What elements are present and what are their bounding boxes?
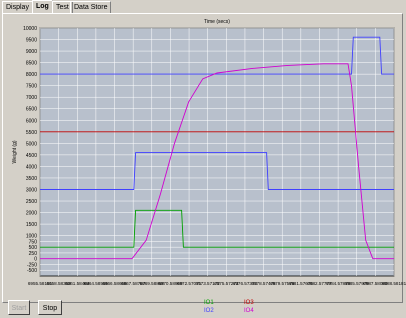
weight-chart: 10000 9500 9000 8500 8000 7500 7000 6500 6000 550… bbox=[12, 19, 406, 286]
y-tick-label: 2500 bbox=[26, 199, 37, 205]
y-tick-label: 5500 bbox=[26, 130, 37, 136]
y-tick-label: 8000 bbox=[26, 72, 37, 78]
legend-io3: IO3 bbox=[244, 300, 254, 306]
legend-io4: IO4 bbox=[244, 308, 254, 314]
legend-io1: IO1 bbox=[204, 300, 214, 306]
tab-display[interactable]: Display bbox=[2, 1, 33, 13]
legend-io2: IO2 bbox=[204, 308, 214, 314]
tab-bar: Display Log Test Data Store bbox=[0, 0, 406, 14]
y-tick-label: -500 bbox=[27, 268, 37, 274]
y-tick-label: 5000 bbox=[26, 141, 37, 147]
tab-data-store[interactable]: Data Store bbox=[70, 1, 112, 13]
x-tick-label: 6988.58181 bbox=[382, 281, 406, 286]
plot-background bbox=[39, 27, 395, 277]
stop-button[interactable]: Stop bbox=[38, 300, 62, 315]
y-tick-label: 2000 bbox=[26, 211, 37, 217]
y-axis-label: Weight (g) bbox=[12, 140, 18, 163]
tab-log[interactable]: Log bbox=[32, 0, 53, 14]
start-button[interactable]: Start bbox=[8, 300, 30, 315]
y-tick-label: 4000 bbox=[26, 164, 37, 170]
y-tick-label: 3500 bbox=[26, 176, 37, 182]
y-tick-label: 6500 bbox=[26, 107, 37, 113]
y-tick-label: 4500 bbox=[26, 153, 37, 159]
x-axis-label: Time (secs) bbox=[204, 19, 230, 25]
y-tick-label: 7000 bbox=[26, 95, 37, 101]
y-tick-label: 9000 bbox=[26, 49, 37, 55]
y-tick-label: 6000 bbox=[26, 118, 37, 124]
chart-area: 10000 9500 9000 8500 8000 7500 7000 6500 6000 550… bbox=[0, 13, 406, 298]
y-tick-label: 9500 bbox=[26, 38, 37, 44]
y-tick-label: 7500 bbox=[26, 84, 37, 90]
y-tick-label: 1500 bbox=[26, 222, 37, 228]
y-tick-label: 10000 bbox=[23, 26, 37, 32]
y-tick-label: 8500 bbox=[26, 61, 37, 67]
y-tick-label: 3000 bbox=[26, 187, 37, 193]
